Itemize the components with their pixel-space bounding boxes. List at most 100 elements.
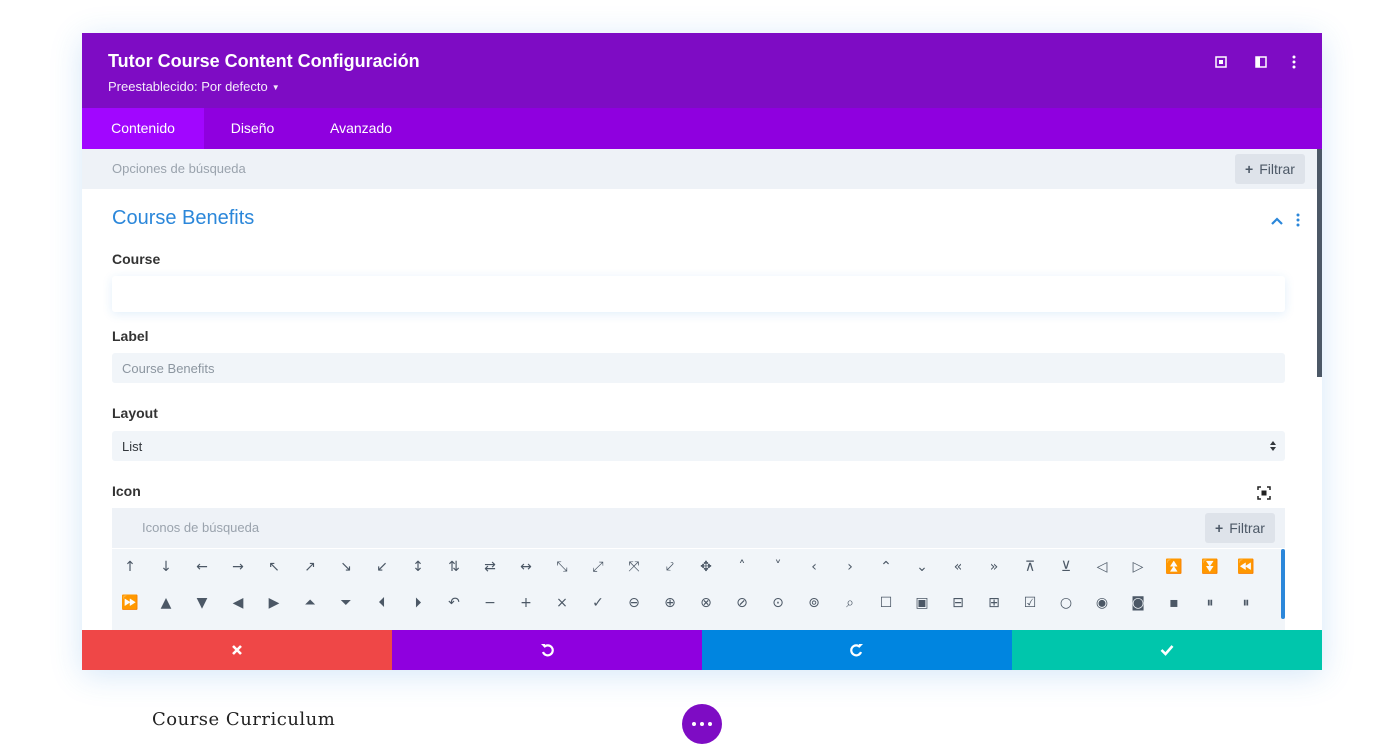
filter-button[interactable]: + Filtrar [1235, 154, 1305, 184]
icon-option[interactable]: ⊗ [688, 585, 724, 621]
icon-option[interactable]: ‹ [796, 549, 832, 585]
icon-option[interactable]: ✥ [688, 549, 724, 585]
icon-option[interactable]: ⌃ [868, 549, 904, 585]
discard-button[interactable] [82, 630, 392, 670]
icon-option[interactable]: ↙ [364, 549, 400, 585]
icon-option[interactable]: ˄ [724, 549, 760, 585]
icon-option[interactable]: ← [184, 549, 220, 585]
icon-option[interactable]: ⏸ [1192, 585, 1228, 621]
icon-option[interactable]: ↖ [256, 549, 292, 585]
icon-option[interactable]: ▶ [256, 585, 292, 621]
icon-option[interactable]: ⏩ [112, 585, 148, 621]
icon-grid-scrollbar[interactable] [1281, 549, 1285, 619]
section-more-icon[interactable] [1296, 213, 1302, 229]
layout-select[interactable]: List [112, 431, 1285, 461]
plus-icon: + [1245, 161, 1254, 177]
icon-option[interactable]: ⊼ [1012, 549, 1048, 585]
icon-option[interactable]: ⏪ [1228, 549, 1264, 585]
icon-option[interactable]: ⏬ [1192, 549, 1228, 585]
options-search-bar: Opciones de búsqueda + Filtrar [82, 149, 1317, 189]
close-icon [232, 645, 242, 655]
icon-option[interactable]: ⤡ [544, 549, 580, 585]
icon-option[interactable]: ˅ [760, 549, 796, 585]
icon-option[interactable]: ⏸ [1228, 585, 1264, 621]
split-view-icon[interactable] [1253, 54, 1269, 70]
icon-option[interactable]: ⏴ [364, 585, 400, 621]
icon-option[interactable]: ⌄ [904, 549, 940, 585]
redo-button[interactable] [702, 630, 1012, 670]
icon-filter-button[interactable]: + Filtrar [1205, 513, 1275, 543]
chevron-up-icon[interactable] [1270, 214, 1284, 228]
icon-option[interactable]: → [220, 549, 256, 585]
icon-option[interactable]: ▲ [148, 585, 184, 621]
icon-option[interactable]: ◉ [1084, 585, 1120, 621]
tab-contenido[interactable]: Contenido [82, 108, 204, 149]
icon-option[interactable]: ✓ [580, 585, 616, 621]
icon-option[interactable]: ⇅ [436, 549, 472, 585]
settings-scrollbar[interactable] [1317, 149, 1322, 377]
focus-mode-icon[interactable] [1213, 54, 1229, 70]
icon-option[interactable]: ▼ [184, 585, 220, 621]
icon-option[interactable]: » [976, 549, 1012, 585]
icon-option[interactable]: ⊙ [760, 585, 796, 621]
icon-option[interactable]: ⊻ [1048, 549, 1084, 585]
icon-option[interactable]: ◙ [1120, 585, 1156, 621]
icon-search-input[interactable]: Iconos de búsqueda [142, 520, 259, 535]
icon-option[interactable]: ⊟ [940, 585, 976, 621]
icon-row: ↑ ↓ ← → ↖ ↗ ↘ ↙ ↕ ⇅ ⇄ ↔ ⤡ ⤢ ⤧ ⤦ ✥ ˄ ˅ ‹ › ⌃ ⌄ «» ⊼ ⊻ ◁ ▷ ⏫ ⏬ ⏪ [112, 549, 1272, 585]
icon-option[interactable]: ⤦ [652, 549, 688, 585]
icon-option[interactable]: ⏫ [1156, 549, 1192, 585]
icon-filter-label: Filtrar [1229, 520, 1265, 536]
undo-button[interactable] [392, 630, 702, 670]
icon-option[interactable]: ⌕ [832, 585, 868, 621]
label-text-field[interactable]: Course Benefits [112, 353, 1285, 383]
icon-option[interactable]: ⊖ [616, 585, 652, 621]
icon-option[interactable]: × [544, 585, 580, 621]
icon-option[interactable]: ▪ [1156, 585, 1192, 621]
icon-option[interactable]: ▣ [904, 585, 940, 621]
modal-header: Tutor Course Content Configuración Prees… [82, 33, 1322, 108]
page-settings-button[interactable] [682, 704, 722, 744]
icon-option[interactable]: ⇄ [472, 549, 508, 585]
undo-icon [541, 644, 554, 657]
settings-tabs: Contenido Diseño Avanzado [82, 108, 1322, 149]
preset-dropdown[interactable]: Preestablecido: Por defecto ▼ [108, 79, 280, 94]
course-select-field[interactable] [112, 276, 1285, 312]
redo-icon [850, 644, 863, 657]
icon-option[interactable]: ↗ [292, 549, 328, 585]
icon-option[interactable]: ⏷ [328, 585, 364, 621]
icon-option[interactable]: ↶ [436, 585, 472, 621]
icon-option[interactable]: ⊞ [976, 585, 1012, 621]
icon-option[interactable]: − [472, 585, 508, 621]
icon-option[interactable]: ⤢ [580, 549, 616, 585]
more-options-icon[interactable] [1286, 54, 1302, 70]
tab-diseno[interactable]: Diseño [204, 108, 301, 149]
icon-option[interactable]: « [940, 549, 976, 585]
expand-icon[interactable] [1257, 486, 1271, 500]
icon-option[interactable]: ↕ [400, 549, 436, 585]
icon-option[interactable]: + [508, 585, 544, 621]
icon-option[interactable]: ⤧ [616, 549, 652, 585]
icon-option[interactable]: ⏶ [292, 585, 328, 621]
label-field-label: Label [112, 328, 149, 344]
icon-option[interactable]: ▷ [1120, 549, 1156, 585]
options-search-input[interactable]: Opciones de búsqueda [112, 161, 246, 176]
icon-option[interactable]: ○ [1048, 585, 1084, 621]
icon-option[interactable]: ☑ [1012, 585, 1048, 621]
icon-option[interactable]: ◁ [1084, 549, 1120, 585]
section-title[interactable]: Course Benefits [112, 207, 254, 230]
icon-option[interactable]: ⊕ [652, 585, 688, 621]
icon-option[interactable]: ◀ [220, 585, 256, 621]
tab-avanzado[interactable]: Avanzado [301, 108, 421, 149]
icon-option[interactable]: ⏵ [400, 585, 436, 621]
icon-option[interactable]: ↘ [328, 549, 364, 585]
icon-option[interactable]: ↓ [148, 549, 184, 585]
icon-option[interactable]: ⊚ [796, 585, 832, 621]
icon-option[interactable]: ⊘ [724, 585, 760, 621]
preset-label: Preestablecido: Por defecto [108, 79, 268, 94]
icon-option[interactable]: ↑ [112, 549, 148, 585]
icon-option[interactable]: ☐ [868, 585, 904, 621]
save-button[interactable] [1012, 630, 1322, 670]
icon-option[interactable]: › [832, 549, 868, 585]
icon-option[interactable]: ↔ [508, 549, 544, 585]
